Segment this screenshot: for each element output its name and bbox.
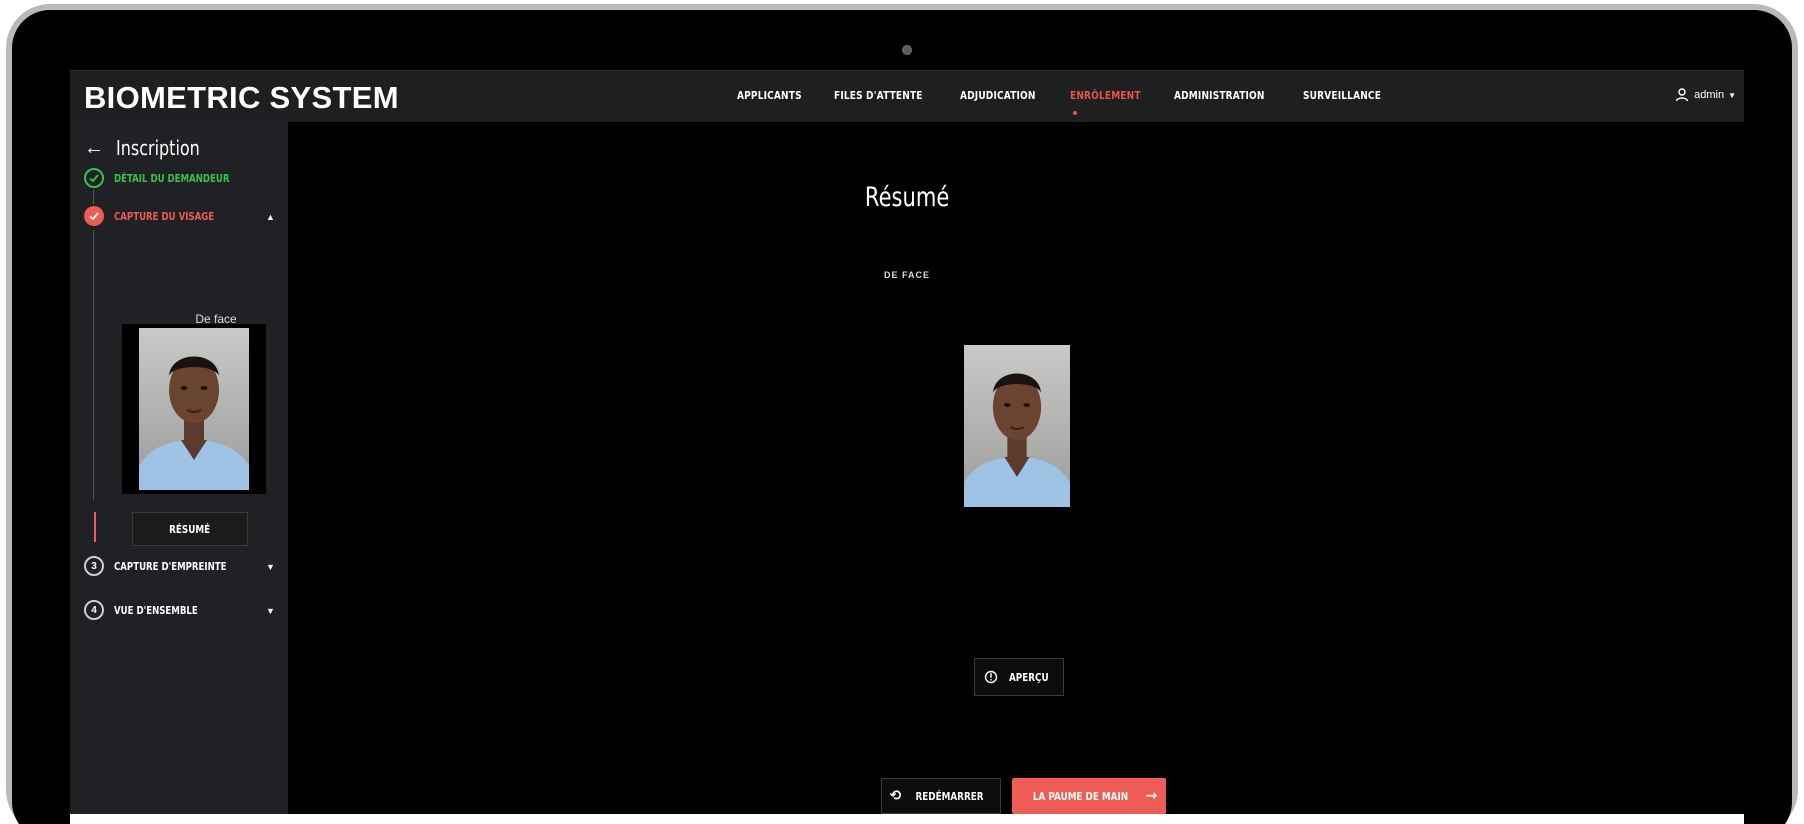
- nav-applicants[interactable]: APPLICANTS: [737, 89, 802, 102]
- info-circle-icon: [985, 670, 998, 684]
- user-name: admin: [1694, 89, 1725, 101]
- nav-files-attente[interactable]: FILES D'ATTENTE: [834, 89, 923, 102]
- back-link[interactable]: ← Inscription: [84, 136, 221, 160]
- screen-bottom-strip: [70, 814, 1744, 824]
- step-label: CAPTURE D'EMPREINTE: [114, 559, 227, 573]
- resume-label: RÉSUMÉ: [169, 522, 211, 536]
- restart-label: REDÉMARRER: [915, 789, 984, 803]
- face-section-label: DE FACE: [883, 270, 930, 280]
- active-nav-indicator: [1073, 111, 1077, 115]
- caret-down-icon: ▼: [1728, 90, 1736, 100]
- arrow-right-icon: →: [1145, 788, 1158, 804]
- chevron-up-icon[interactable]: ▲: [266, 212, 275, 222]
- resume-substep-button[interactable]: RÉSUMÉ: [132, 512, 248, 546]
- nav-surveillance[interactable]: SURVEILLANCE: [1303, 89, 1381, 102]
- chevron-down-icon[interactable]: ▼: [266, 606, 275, 616]
- apercu-label: APERÇU: [1009, 670, 1049, 684]
- next-label: LA PAUME DE MAIN: [1032, 789, 1128, 803]
- active-substep-indicator: [94, 512, 96, 542]
- nav-enrolement[interactable]: ENRÔLEMENT: [1070, 89, 1141, 102]
- restart-icon: ⟲: [889, 788, 902, 804]
- nav-administration[interactable]: ADMINISTRATION: [1174, 89, 1265, 102]
- main-nav: APPLICANTS FILES D'ATTENTE ADJUDICATION …: [737, 89, 1416, 102]
- step-vue-ensemble[interactable]: 4 VUE D'ENSEMBLE: [84, 600, 221, 620]
- arrow-left-icon: ←: [84, 136, 104, 159]
- face-thumbnail-frame[interactable]: [122, 324, 266, 494]
- user-icon: [1675, 88, 1689, 102]
- top-navbar: BIOMETRIC SYSTEM APPLICANTS FILES D'ATTE…: [70, 70, 1744, 122]
- nav-adjudication[interactable]: ADJUDICATION: [960, 89, 1036, 102]
- step-capture-empreinte[interactable]: 3 CAPTURE D'EMPREINTE: [84, 556, 258, 576]
- apercu-button[interactable]: APERÇU: [974, 658, 1064, 696]
- next-step-button[interactable]: LA PAUME DE MAIN →: [1012, 778, 1166, 814]
- step-number-4: 4: [84, 600, 104, 620]
- app-title: BIOMETRIC SYSTEM: [84, 80, 399, 115]
- page-title: Résumé: [864, 182, 950, 213]
- step-number-3: 3: [84, 556, 104, 576]
- step-label: VUE D'ENSEMBLE: [114, 603, 198, 617]
- face-thumbnail-photo: [139, 328, 249, 490]
- webcam-icon: [902, 45, 912, 55]
- sidebar: ← Inscription DÉTAIL DU DEMANDEUR CAPTUR…: [70, 122, 288, 824]
- restart-button[interactable]: ⟲ REDÉMARRER: [881, 778, 1001, 814]
- face-photo: [964, 345, 1070, 507]
- screen: BIOMETRIC SYSTEM APPLICANTS FILES D'ATTE…: [70, 70, 1744, 824]
- sidebar-title: Inscription: [116, 136, 200, 160]
- chevron-down-icon[interactable]: ▼: [266, 562, 275, 572]
- user-menu[interactable]: admin ▼: [1674, 87, 1736, 103]
